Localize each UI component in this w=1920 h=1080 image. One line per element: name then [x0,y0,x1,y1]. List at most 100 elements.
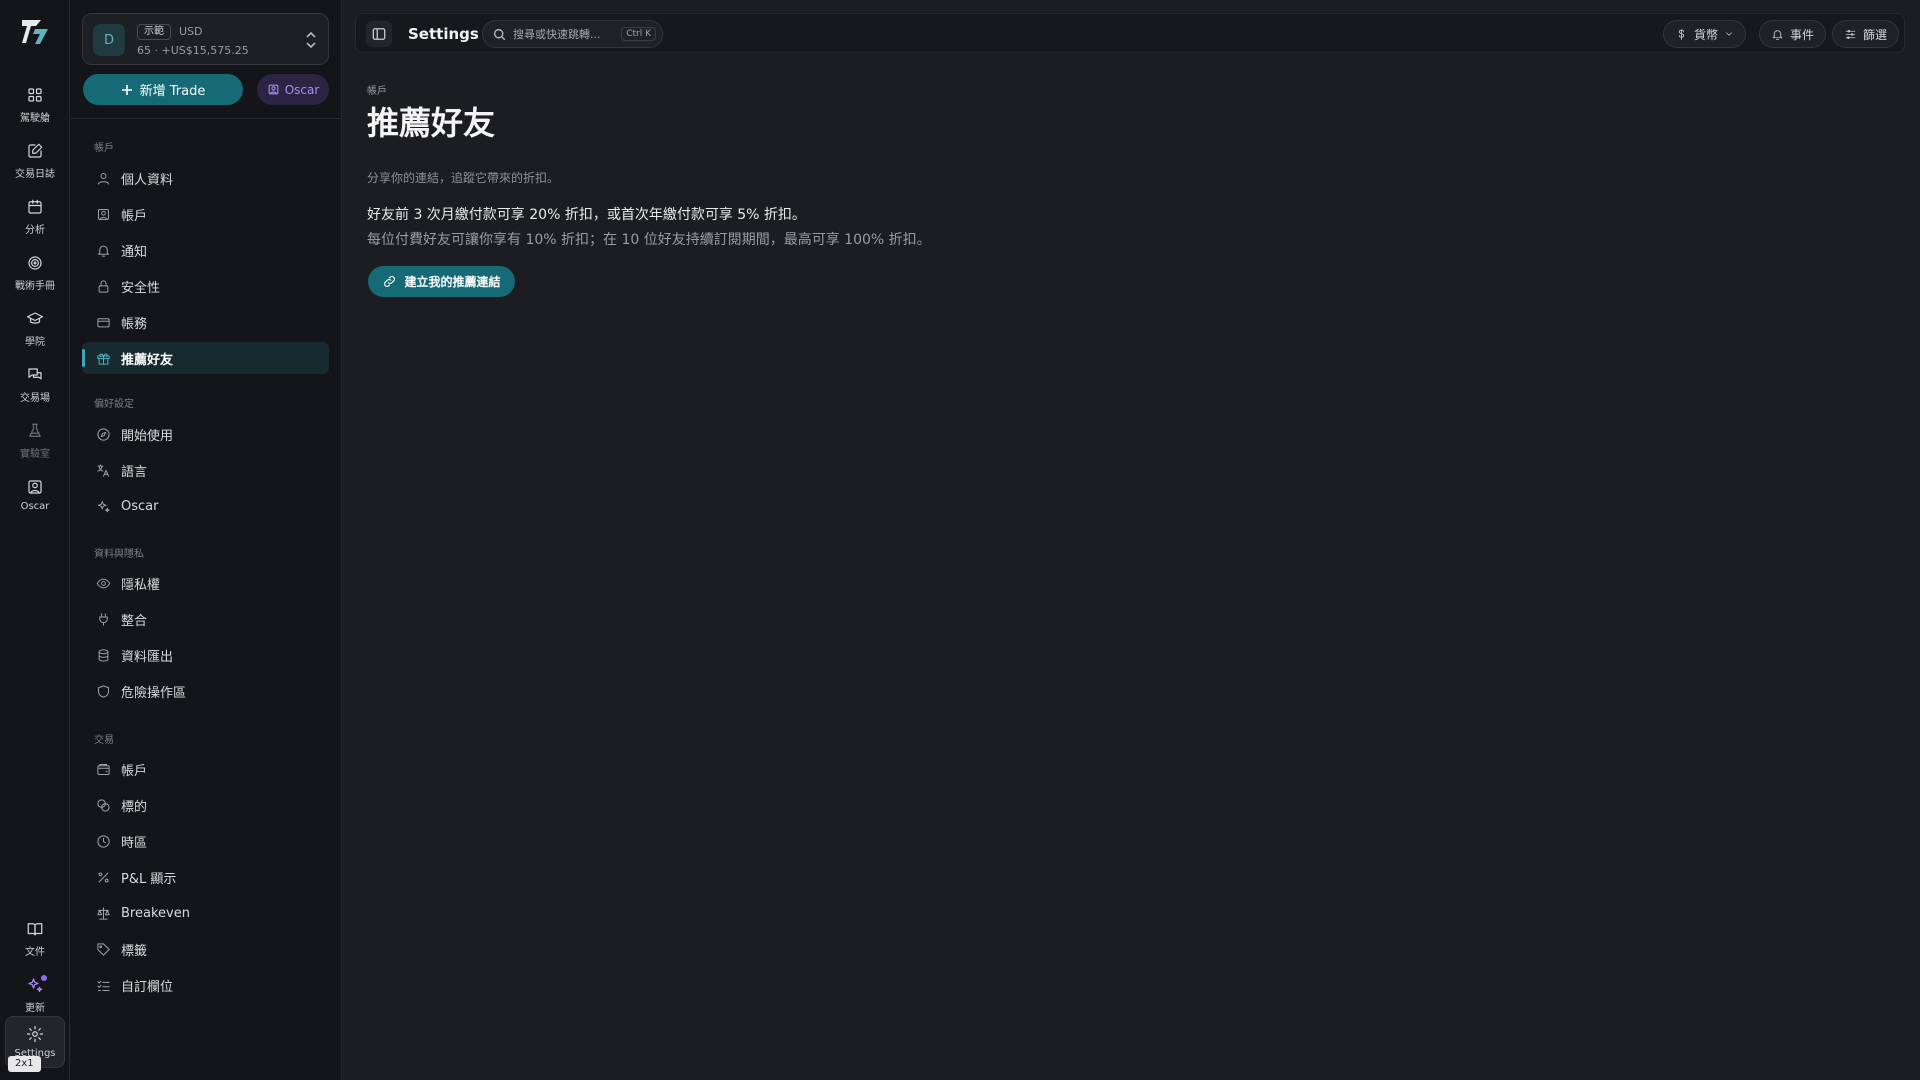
sidebar-item-trading-accounts[interactable]: 帳戶 [82,753,329,785]
sidebar-item-label: 時區 [121,835,148,851]
sidebar-item-danger-zone[interactable]: 危險操作區 [82,675,329,707]
sidebar-item-label: 隱私權 [121,577,161,593]
filter-label: 篩選 [1863,27,1888,42]
sidebar-item-label: 開始使用 [121,428,174,444]
graduation-cap-icon [26,312,44,324]
sidebar-item-profile[interactable]: 個人資料 [82,162,329,194]
rail-label: 交易場 [20,393,50,404]
sidebar-item-label: 自訂欄位 [121,979,174,995]
rail-item-docs[interactable]: 文件 [5,912,65,964]
rail-item-trading-floor[interactable]: 交易場 [5,358,65,410]
oscar-button[interactable]: Oscar [257,74,329,105]
sliders-icon [1845,29,1856,39]
rail-label: 學院 [25,337,45,348]
rail-item-academy[interactable]: 學院 [5,302,65,354]
sidebar-item-breakeven[interactable]: Breakeven [82,897,329,929]
tag-icon [97,942,110,956]
sidebar-item-timezone[interactable]: 時區 [82,825,329,857]
sidebar-item-data-export[interactable]: 資料匯出 [82,639,329,671]
rail-label: 文件 [25,947,45,958]
sidebar-item-instruments[interactable]: 標的 [82,789,329,821]
checklist-icon [97,980,110,991]
user-icon [98,172,109,185]
settings-sidebar: D 示範 USD 65 · +US$15,575.25 新增 Trade Osc… [70,0,342,1080]
search-input[interactable]: 搜尋或快速跳轉... Ctrl K [482,20,663,48]
coins-icon [97,798,110,812]
rail-item-updates[interactable]: 更新 [5,968,65,1020]
rail-label: 更新 [25,1003,45,1014]
sidebar-item-language[interactable]: 語言 [82,454,329,486]
rail-item-oscar[interactable]: Oscar [5,470,65,522]
section-title-trading: 交易 [94,735,114,746]
sidebar-item-label: 推薦好友 [121,352,174,368]
sidebar-item-label: 危險操作區 [121,685,187,701]
notification-dot [41,975,47,981]
sidebar-item-integrations[interactable]: 整合 [82,603,329,635]
sidebar-item-tags[interactable]: 標籤 [82,933,329,965]
rail-label: 分析 [25,225,45,236]
chevron-down-icon [1726,32,1732,36]
rail-item-journal[interactable]: 交易日誌 [5,134,65,186]
currency-dropdown[interactable]: 貨幣 [1663,20,1747,48]
sidebar-item-account[interactable]: 帳戶 [82,198,329,230]
sidebar-item-label: 標的 [121,799,148,815]
filter-button[interactable]: 篩選 [1832,20,1900,48]
sidebar-item-oscar[interactable]: Oscar [82,490,329,522]
create-referral-link-label: 建立我的推薦連結 [404,275,501,289]
new-trade-label: 新增 Trade [139,84,206,99]
database-icon [98,648,109,662]
rail-label: 駕駛艙 [20,113,50,124]
sidebar-item-billing[interactable]: 帳務 [82,306,329,338]
sidebar-item-label: 帳戶 [121,763,148,779]
account-currency: USD [179,25,203,38]
rail-item-cockpit[interactable]: 駕駛艙 [5,78,65,130]
sidebar-item-label: 資料匯出 [121,649,174,665]
chevron-up-down-icon [304,30,318,50]
panel-left-icon [372,28,386,40]
sidebar-item-label: 個人資料 [121,172,174,188]
breadcrumb: 帳戶 [367,86,387,97]
sparkles-icon [98,500,110,512]
flask-icon [29,423,41,437]
currency-label: 貨幣 [1694,27,1719,42]
events-button[interactable]: 事件 [1759,20,1827,48]
sidebar-item-privacy[interactable]: 隱私權 [82,567,329,599]
plug-icon [99,612,108,626]
section-subtitle: 分享你的連結，追蹤它帶來的折扣。 [367,171,560,185]
sidebar-item-label: 語言 [121,464,148,480]
sidebar-toggle-button[interactable] [366,21,392,47]
link-icon [384,276,396,287]
wallet-icon [97,763,110,775]
account-switcher[interactable]: D 示範 USD 65 · +US$15,575.25 [82,13,329,65]
sidebar-item-pnl-display[interactable]: P&L 顯示 [82,861,329,893]
new-trade-button[interactable]: 新增 Trade [83,74,243,105]
rail-label: 戰術手冊 [15,281,55,292]
sidebar-item-security[interactable]: 安全性 [82,270,329,302]
sidebar-item-referral[interactable]: 推薦好友 [82,342,329,374]
scale-icon [97,906,110,920]
sidebar-item-custom-fields[interactable]: 自訂欄位 [82,969,329,1001]
target-icon [28,256,42,270]
shield-icon [98,684,109,698]
search-icon [493,28,506,40]
rail-item-lab[interactable]: 實驗室 [5,414,65,466]
eye-icon [96,578,111,588]
rail-item-playbook[interactable]: 戰術手冊 [5,246,65,298]
bell-icon [1772,29,1783,40]
account-balance: 65 · +US$15,575.25 [137,44,249,57]
app-logo[interactable] [19,16,51,48]
oscar-label: Oscar [284,82,320,97]
sidebar-item-notifications[interactable]: 通知 [82,234,329,266]
create-referral-link-button[interactable]: 建立我的推薦連結 [368,266,515,297]
demo-badge: 示範 [137,24,171,40]
section-title-account: 帳戶 [94,143,114,154]
oscar-portrait-icon [28,480,42,494]
sidebar-item-getting-started[interactable]: 開始使用 [82,418,329,450]
keyboard-shortcut: Ctrl K [621,27,656,41]
sidebar-item-label: Breakeven [121,905,190,921]
rail-item-analytics[interactable]: 分析 [5,190,65,242]
section-heading: 推薦好友 [367,104,496,142]
sidebar-item-label: P&L 顯示 [121,871,177,887]
rail-label: 交易日誌 [15,169,55,180]
sidebar-item-label: 整合 [121,613,148,629]
